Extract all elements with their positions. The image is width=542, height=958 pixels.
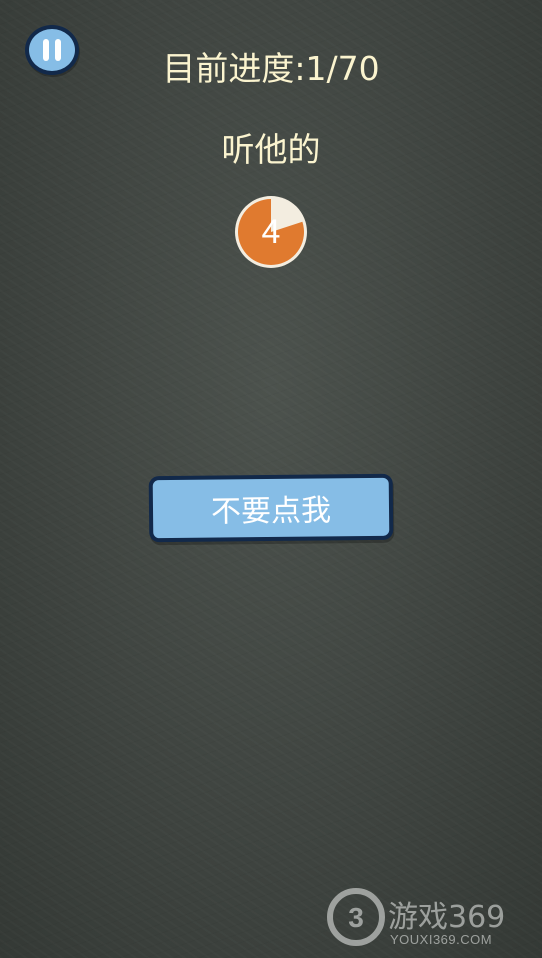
- watermark-name: 游戏369: [388, 900, 506, 935]
- site-watermark: 3 游戏369 YOUXI369.COM: [327, 888, 527, 954]
- watermark-url: YOUXI369.COM: [390, 932, 493, 947]
- watermark-logo-icon: 3: [327, 888, 385, 946]
- countdown-timer: 4: [233, 194, 309, 270]
- svg-text:3: 3: [348, 902, 364, 933]
- progress-counter: 目前进度:1/70: [162, 49, 380, 88]
- countdown-number: 4: [261, 212, 281, 251]
- dont-click-me-button[interactable]: 不要点我: [148, 473, 394, 543]
- level-instruction: 听他的: [221, 130, 321, 169]
